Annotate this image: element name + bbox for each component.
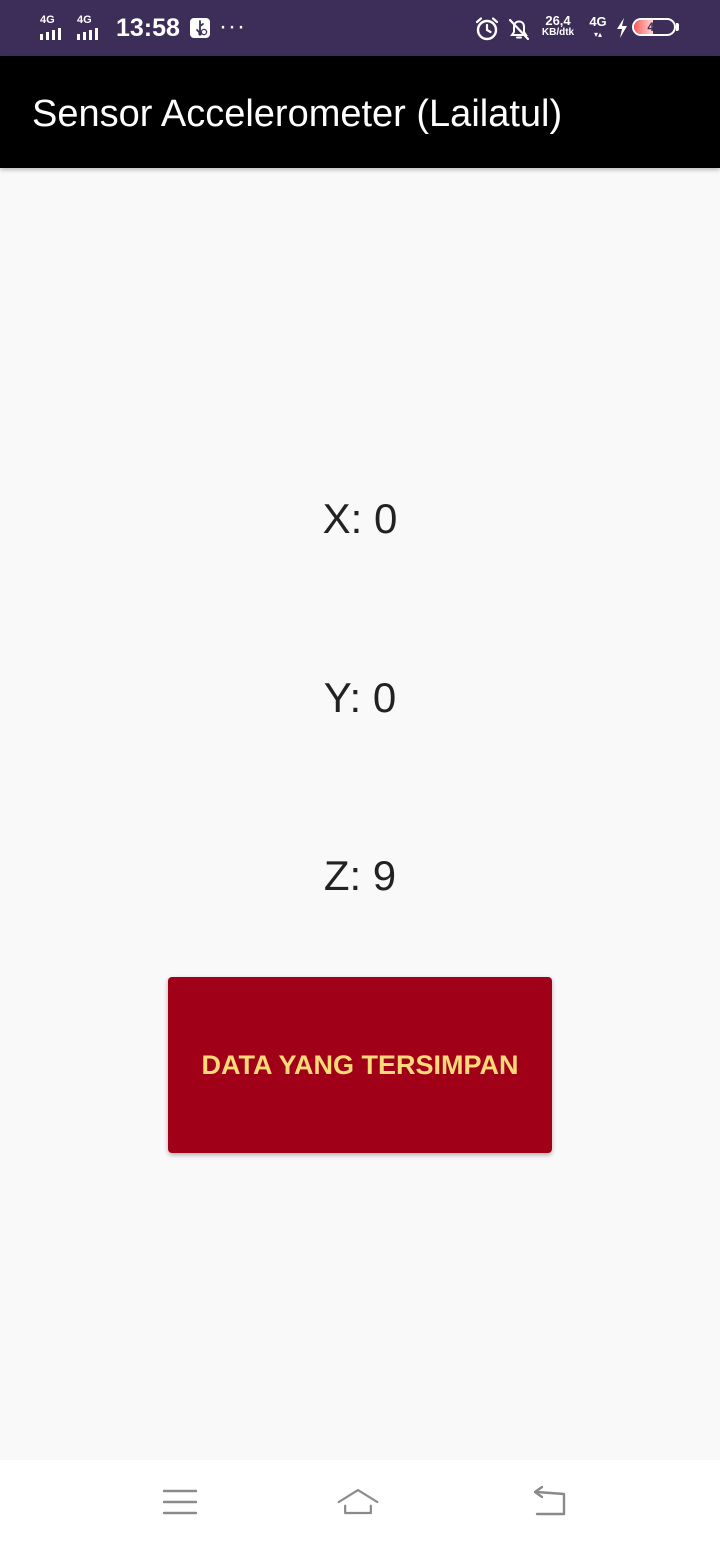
- bell-off-icon: [508, 18, 530, 41]
- app-bar: Sensor Accelerometer (Lailatul): [0, 56, 720, 168]
- battery-cap: [676, 23, 679, 31]
- data-activity-arrows: ▾▴: [593, 30, 603, 39]
- x-axis-reading: X: 0: [322, 495, 398, 542]
- network-speed-value: 26,4: [545, 13, 571, 28]
- home-icon[interactable]: [336, 1482, 380, 1522]
- sim1-network-label: 4G: [40, 14, 55, 26]
- data-network-label: 4G: [589, 14, 607, 29]
- status-time: 13:58: [116, 14, 180, 42]
- app-title: Sensor Accelerometer (Lailatul): [32, 93, 563, 135]
- sim2-signal-icon: 4G: [77, 14, 109, 40]
- battery-icon: 47: [632, 18, 676, 36]
- network-speed-unit: KB/dtk: [541, 27, 575, 38]
- network-speed: 26,4 KB/dtk: [536, 13, 580, 39]
- alarm-icon: [475, 17, 499, 41]
- back-icon[interactable]: [527, 1482, 571, 1522]
- status-bar: 4G 4G 13:58 ··· 26,4 KB/dtk 4G ▾▴ 47: [0, 0, 720, 56]
- menu-icon[interactable]: [158, 1482, 202, 1522]
- sim1-signal-icon: 4G: [40, 14, 72, 40]
- navigation-bar: [0, 1460, 720, 1544]
- z-axis-reading: Z: 9: [323, 852, 397, 899]
- sim2-network-label: 4G: [77, 14, 92, 26]
- usb-debug-icon: [190, 18, 210, 38]
- more-notifications-icon: ···: [219, 13, 246, 40]
- saved-data-button[interactable]: DATA YANG TERSIMPAN: [168, 977, 552, 1153]
- charging-bolt-icon: [617, 18, 627, 38]
- battery-level: 47: [647, 20, 661, 34]
- data-network-icon: 4G ▾▴: [585, 15, 611, 41]
- y-axis-reading: Y: 0: [323, 674, 397, 721]
